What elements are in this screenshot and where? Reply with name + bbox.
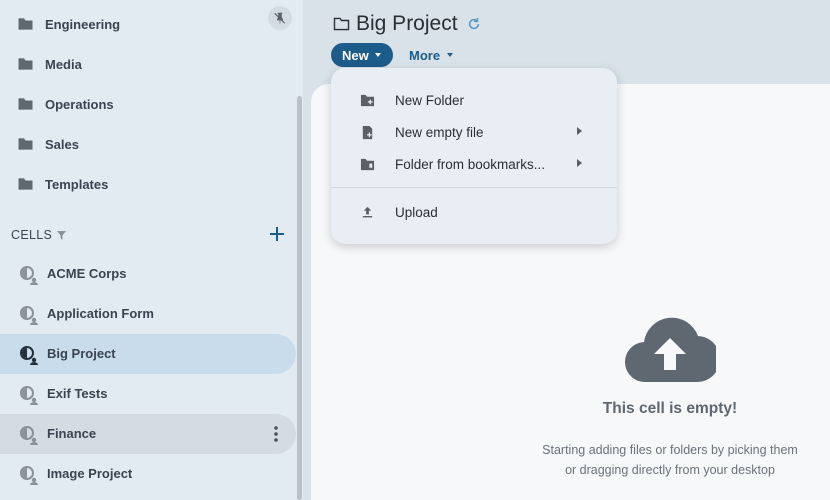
sidebar-cell-big-project[interactable]: Big Project <box>0 334 296 374</box>
more-vert-icon[interactable] <box>268 424 284 444</box>
sidebar: Engineering Media Operations Sales Templ… <box>0 0 303 500</box>
menu-item-label: Upload <box>395 205 438 220</box>
menu-divider <box>331 187 617 188</box>
menu-item-new-empty-file[interactable]: New empty file <box>331 116 617 148</box>
sidebar-folder-label: Operations <box>45 96 114 112</box>
empty-state-title: This cell is empty! <box>602 400 738 417</box>
sidebar-cell-application-form[interactable]: Application Form <box>0 294 296 334</box>
sidebar-cell-label: Image Project <box>47 466 133 481</box>
bookmark-folder-icon <box>360 158 375 171</box>
new-folder-icon <box>360 94 375 107</box>
submenu-arrow-icon <box>577 127 582 135</box>
cell-icon <box>20 306 38 325</box>
menu-item-label: New Folder <box>395 93 465 108</box>
cell-icon <box>20 466 38 485</box>
sidebar-cell-image-project[interactable]: Image Project <box>0 454 296 494</box>
folder-icon <box>18 138 33 150</box>
sidebar-folder-templates[interactable]: Templates <box>0 164 296 204</box>
cloud-upload-icon <box>624 317 716 382</box>
folder-icon <box>18 18 33 30</box>
sidebar-folder-engineering[interactable]: Engineering <box>0 4 296 44</box>
sidebar-cell-label: Exif Tests <box>47 386 108 401</box>
menu-item-label: New empty file <box>395 125 484 140</box>
sidebar-folder-operations[interactable]: Operations <box>0 84 296 124</box>
cell-icon <box>20 346 38 365</box>
new-file-icon <box>362 125 373 140</box>
sidebar-folder-label: Engineering <box>45 16 121 32</box>
cells-section-title: CELLS <box>11 228 53 242</box>
sidebar-folder-sales[interactable]: Sales <box>0 124 296 164</box>
menu-item-label: Folder from bookmarks... <box>395 157 546 172</box>
sidebar-cell-label: Big Project <box>47 346 116 361</box>
cell-icon <box>20 426 38 445</box>
add-cell-icon[interactable] <box>268 225 286 243</box>
sidebar-folder-media[interactable]: Media <box>0 44 296 84</box>
sidebar-cell-label: Application Form <box>47 306 154 321</box>
empty-state-line: or dragging directly from your desktop <box>565 463 775 477</box>
menu-item-folder-from-bookmarks[interactable]: Folder from bookmarks... <box>331 148 617 180</box>
more-button-label: More <box>409 47 441 63</box>
sidebar-cell-label: Finance <box>47 426 97 441</box>
folder-icon <box>18 98 33 110</box>
caret-down-icon <box>447 53 454 57</box>
refresh-icon[interactable] <box>467 17 481 31</box>
sidebar-cell-finance[interactable]: Finance <box>0 414 296 454</box>
new-button-label: New <box>342 47 369 63</box>
more-button[interactable]: More <box>409 43 454 67</box>
upload-icon <box>362 206 373 218</box>
menu-item-upload[interactable]: Upload <box>331 196 617 228</box>
page-header: Big Project <box>333 10 481 38</box>
cell-icon <box>20 266 38 285</box>
folder-icon <box>18 58 33 70</box>
folder-outline-icon <box>333 17 350 31</box>
empty-state-description: Starting adding files or folders by pick… <box>520 440 820 480</box>
caret-down-icon <box>374 53 381 57</box>
cell-icon <box>20 386 38 405</box>
page-title: Big Project <box>356 12 458 35</box>
submenu-arrow-icon <box>577 159 582 167</box>
sidebar-folder-label: Sales <box>45 136 79 152</box>
empty-state-line: Starting adding files or folders by pick… <box>542 443 798 457</box>
cells-section-header: CELLS <box>11 225 291 245</box>
filter-icon[interactable] <box>57 230 67 240</box>
sidebar-folder-label: Templates <box>45 176 109 192</box>
sidebar-scrollbar-thumb[interactable] <box>297 96 302 500</box>
menu-item-new-folder[interactable]: New Folder <box>331 84 617 116</box>
sidebar-folder-label: Media <box>45 56 82 72</box>
sidebar-cell-label: ACME Corps <box>47 266 127 281</box>
sidebar-cell-exif-tests[interactable]: Exif Tests <box>0 374 296 414</box>
sidebar-cell-acme-corps[interactable]: ACME Corps <box>0 254 296 294</box>
new-dropdown-menu: New Folder New empty file Folder from bo… <box>331 68 617 244</box>
new-button[interactable]: New <box>331 43 393 67</box>
folder-icon <box>18 178 33 190</box>
